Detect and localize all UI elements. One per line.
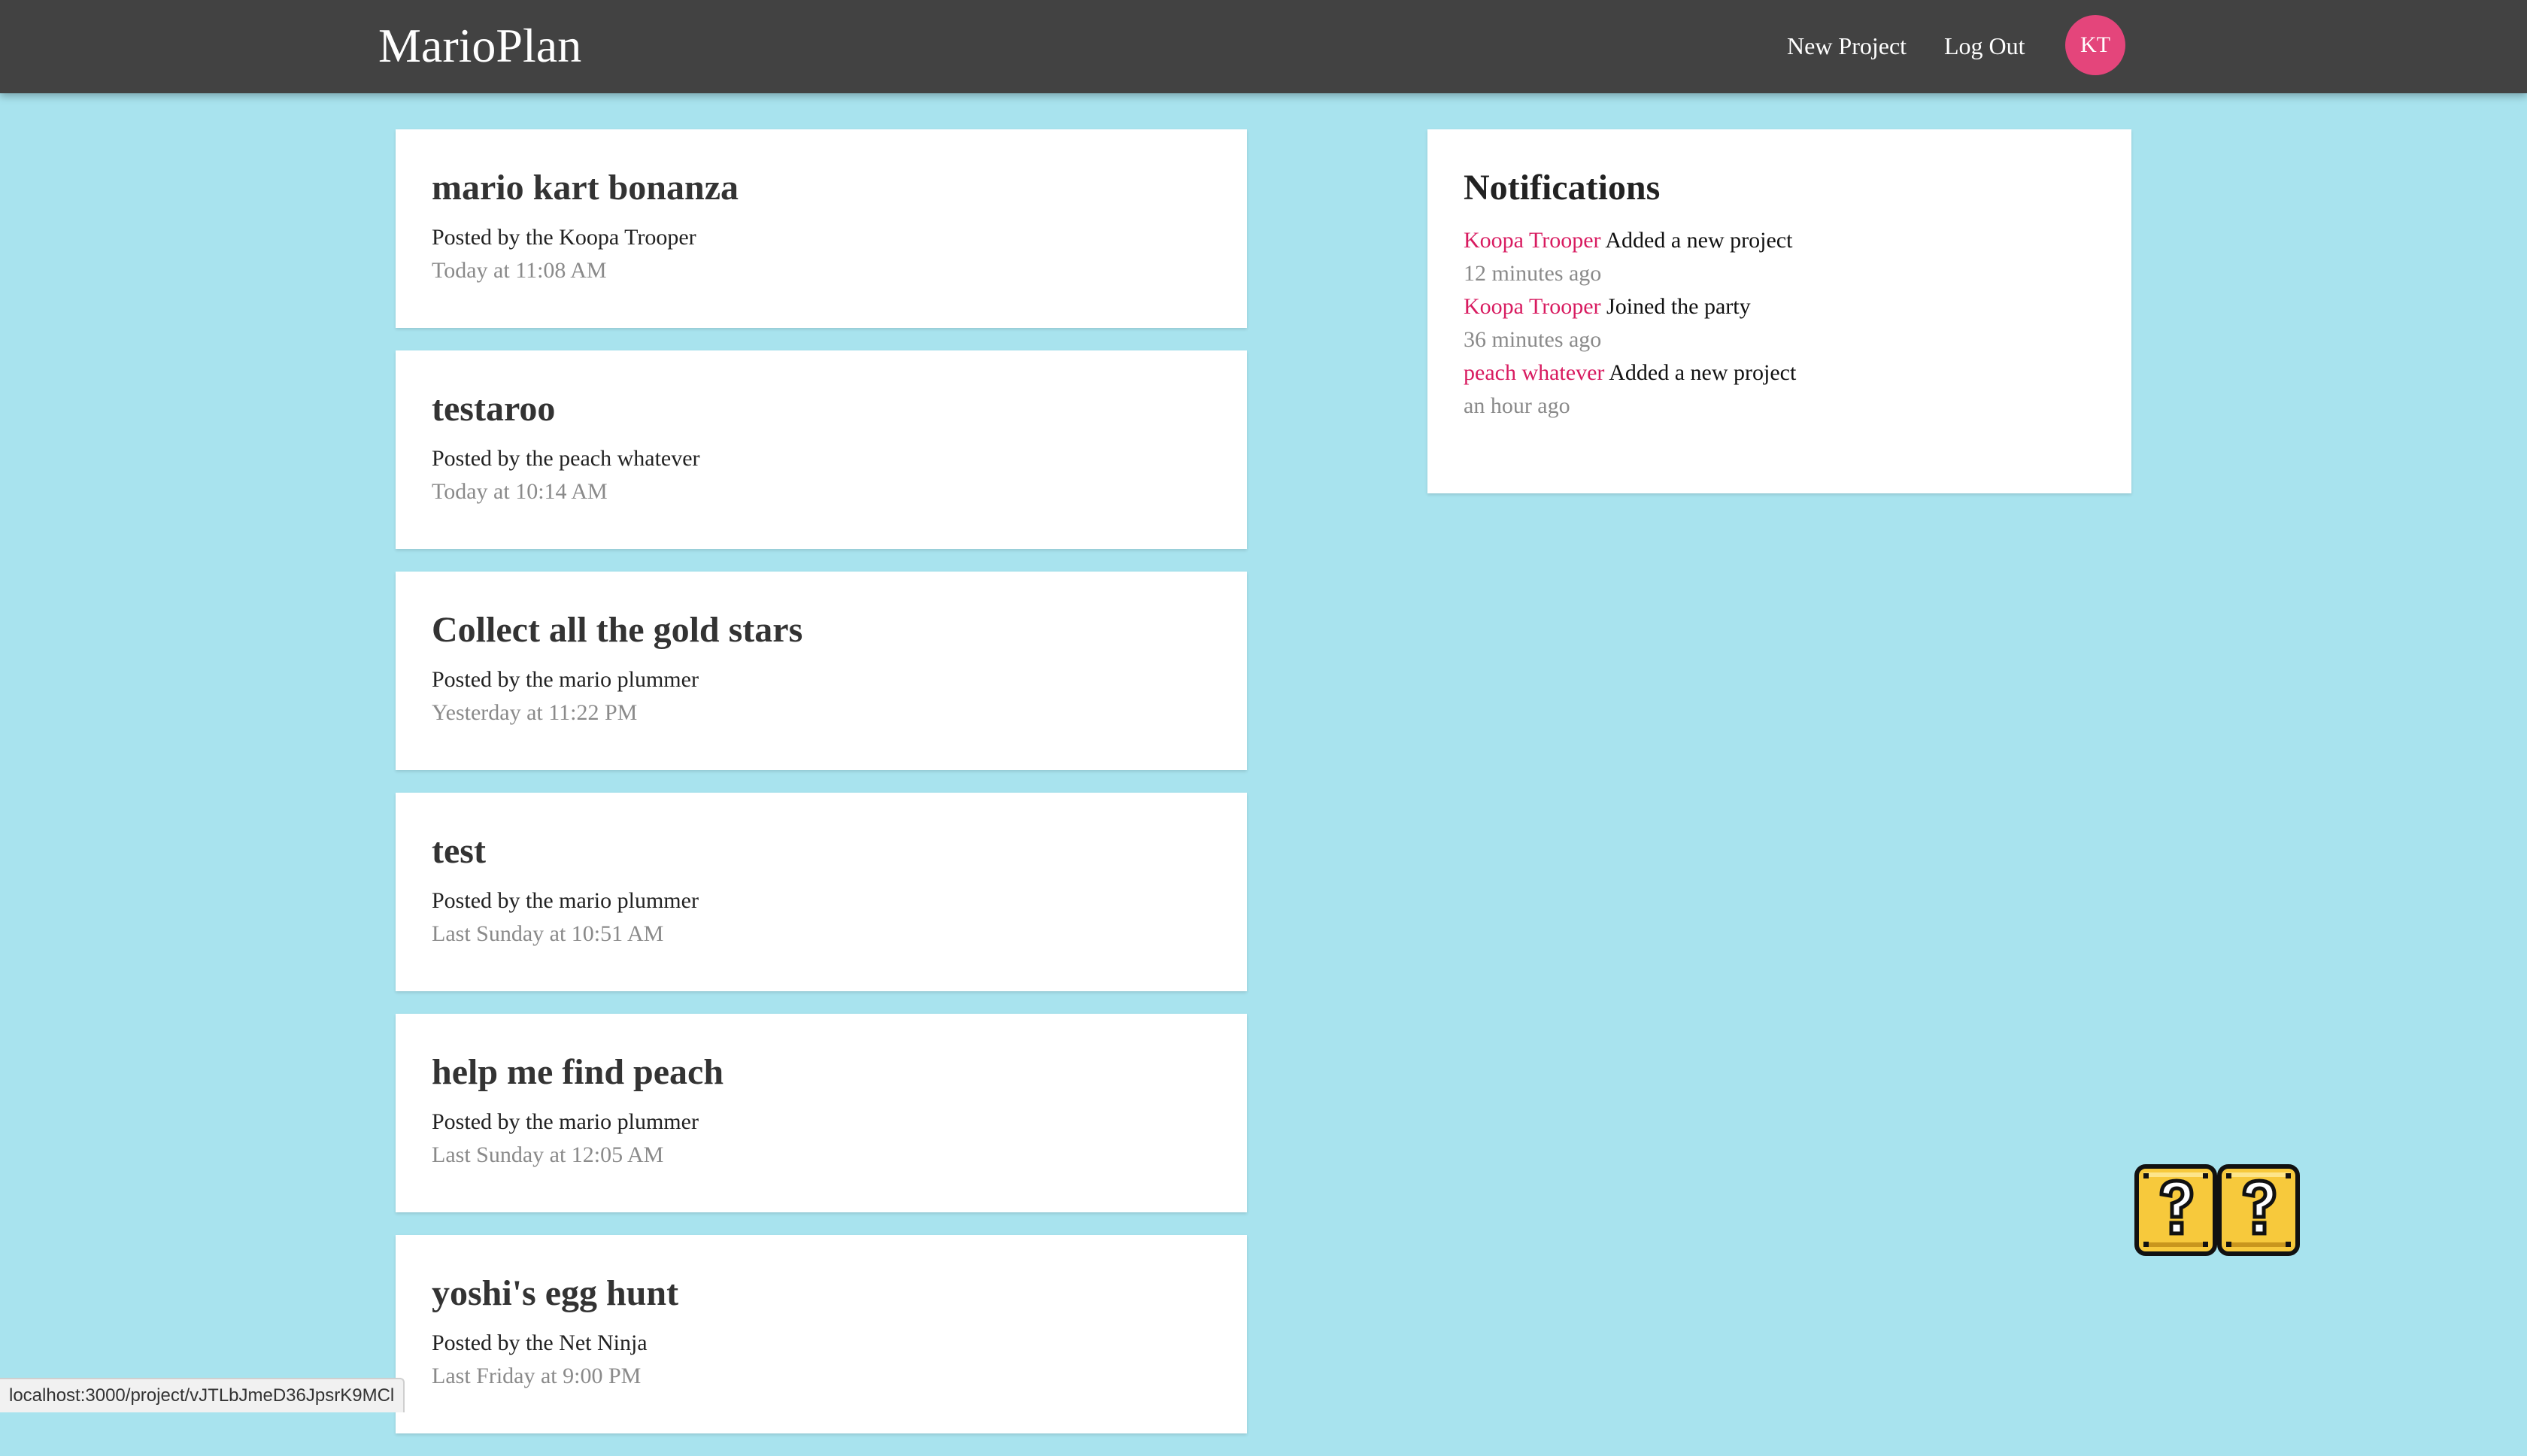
notifications-heading: Notifications: [1464, 168, 1661, 208]
question-block-icon: [2134, 1164, 2300, 1256]
project-author: Posted by the Koopa Trooper: [432, 225, 696, 250]
notification-item: Koopa Trooper Added a new project 12 min…: [1464, 224, 2095, 290]
browser-status-bar: localhost:3000/project/vJTLbJmeD36JpsrK9…: [0, 1378, 405, 1412]
project-title: help me find peach: [432, 1052, 724, 1092]
project-date: Last Sunday at 10:51 AM: [432, 921, 664, 946]
project-card[interactable]: Collect all the gold stars Posted by the…: [396, 572, 1247, 770]
user-avatar[interactable]: KT: [2065, 15, 2125, 75]
project-date: Last Friday at 9:00 PM: [432, 1363, 642, 1388]
project-date: Today at 11:08 AM: [432, 258, 607, 283]
project-date: Yesterday at 11:22 PM: [432, 700, 638, 725]
project-author: Posted by the peach whatever: [432, 446, 700, 471]
notification-time: 12 minutes ago: [1464, 261, 1602, 286]
notification-user: peach whatever: [1464, 360, 1605, 385]
project-card[interactable]: help me find peach Posted by the mario p…: [396, 1014, 1247, 1212]
project-author: Posted by the Net Ninja: [432, 1330, 648, 1355]
project-date: Last Sunday at 12:05 AM: [432, 1142, 664, 1167]
notifications-panel: Notifications Koopa Trooper Added a new …: [1427, 129, 2131, 493]
project-card[interactable]: test Posted by the mario plummer Last Su…: [396, 793, 1247, 991]
project-date: Today at 10:14 AM: [432, 479, 608, 504]
project-card[interactable]: mario kart bonanza Posted by the Koopa T…: [396, 129, 1247, 328]
new-project-link[interactable]: New Project: [1787, 27, 1907, 65]
notification-item: Koopa Trooper Joined the party 36 minute…: [1464, 290, 2095, 356]
project-title: mario kart bonanza: [432, 168, 739, 208]
brand-logo[interactable]: MarioPlan: [378, 14, 581, 78]
log-out-link[interactable]: Log Out: [1944, 27, 2025, 65]
project-title: test: [432, 831, 486, 871]
navbar: MarioPlan New Project Log Out KT: [0, 0, 2527, 93]
project-card[interactable]: testaroo Posted by the peach whatever To…: [396, 350, 1247, 549]
notification-user: Koopa Trooper: [1464, 228, 1601, 253]
question-blocks: [2134, 1164, 2300, 1256]
notification-time: an hour ago: [1464, 393, 1570, 418]
project-author: Posted by the mario plummer: [432, 1109, 699, 1134]
notification-content: Added a new project: [1605, 228, 1793, 253]
notification-item: peach whatever Added a new project an ho…: [1464, 356, 2095, 423]
notification-content: Joined the party: [1606, 294, 1751, 319]
project-author: Posted by the mario plummer: [432, 667, 699, 692]
project-title: testaroo: [432, 389, 556, 429]
project-list: mario kart bonanza Posted by the Koopa T…: [396, 129, 1247, 1456]
project-title: Collect all the gold stars: [432, 610, 803, 650]
project-author: Posted by the mario plummer: [432, 888, 699, 913]
project-title: yoshi's egg hunt: [432, 1273, 679, 1313]
notification-time: 36 minutes ago: [1464, 327, 1602, 352]
notification-content: Added a new project: [1609, 360, 1797, 385]
project-card[interactable]: yoshi's egg hunt Posted by the Net Ninja…: [396, 1235, 1247, 1433]
notification-user: Koopa Trooper: [1464, 294, 1601, 319]
